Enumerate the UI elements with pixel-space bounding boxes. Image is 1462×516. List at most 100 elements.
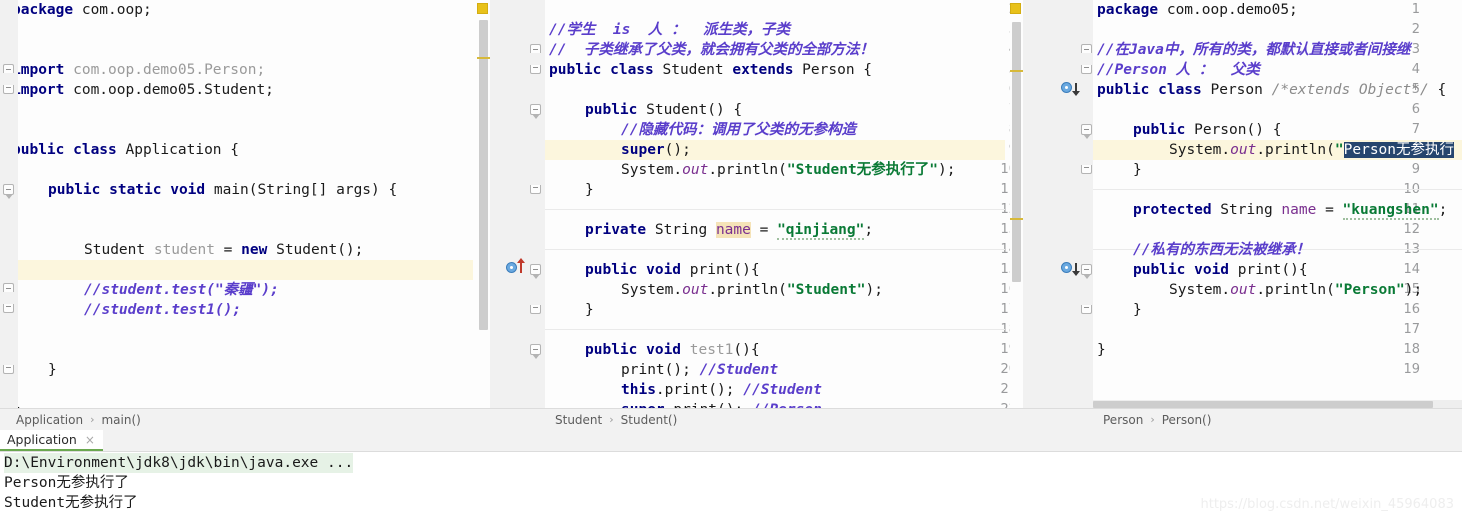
breadcrumb-item[interactable]: Student [553,413,604,427]
token-brace: } [585,302,594,318]
token-text: ); [1404,282,1423,298]
fold-marker[interactable] [1081,124,1092,139]
token-text: ; [864,222,874,238]
fold-marker[interactable] [530,344,541,359]
fold-marker[interactable] [530,65,541,74]
token-text: Student() { [637,102,743,118]
editor-body-student[interactable]: 2 3 4 5 6 7 8 9 10 11 12 13 14 15 16 17 … [490,0,1023,409]
token-field-name: name [715,222,751,238]
token-text: ); [937,162,956,178]
breadcrumb-item[interactable]: Application [14,413,85,427]
token-text: (String[] [248,182,337,198]
token-keyword: public class [18,142,117,158]
gutter-application[interactable] [0,0,18,409]
token-text: (){ [733,262,760,278]
token-text: com.oop.demo05.Person; [64,62,266,78]
code-line: //student.test1(); [84,300,241,320]
breadcrumb-student[interactable]: Student › Student() [490,408,1023,430]
override-arrow-up-icon [517,258,525,273]
fold-marker[interactable] [3,283,14,292]
token-text: main [205,182,249,198]
run-console[interactable]: Application × D:\Environment\jdk8\jdk\bi… [0,430,1462,516]
breadcrumb-item[interactable]: Person() [1160,413,1214,427]
code-line: import com.oop.demo05.Student; [18,80,274,100]
inspection-status-marker[interactable] [477,3,488,14]
console-output-line: Student无参执行了 [4,495,138,511]
breadcrumb-item[interactable]: main() [99,413,142,427]
token-comment: //隐藏代码：调用了父类的无参构造 [621,122,856,138]
breadcrumb-person[interactable]: Person › Person() [1023,408,1462,430]
fold-marker[interactable] [1081,65,1092,74]
scrollbar-application[interactable] [477,0,490,409]
horizontal-scrollbar-thumb[interactable] [1093,401,1433,408]
fold-marker[interactable] [530,104,541,119]
code-area-student[interactable]: //学生 is 人 ： 派生类，子类 // 子类继承了父类，就会拥有父类的全部方… [545,0,1006,409]
code-line: System.out.println("Student"); [621,280,883,300]
code-line: public void test1(){ [585,340,760,360]
fold-marker[interactable] [3,85,14,94]
fold-marker[interactable] [530,185,541,194]
token-keyword: package [1097,2,1159,18]
code-line: System.out.println("Student无参执行了"); [621,160,955,180]
token-type: String [1211,202,1282,218]
code-line: // 子类继承了父类，就会拥有父类的全部方法！ [549,40,874,60]
code-line: public class Person /*extends Object*/ { [1097,80,1446,100]
method-override-marker[interactable] [506,262,517,273]
scrollbar-thumb[interactable] [1012,22,1021,282]
code-area-application[interactable]: package com.oop; import com.oop.demo05.P… [18,0,473,409]
token-keyword: public [1133,122,1186,138]
fold-marker[interactable] [530,305,541,314]
editor-pane-student[interactable]: 2 3 4 5 6 7 8 9 10 11 12 13 14 15 16 17 … [490,0,1023,430]
breadcrumb-separator: › [90,413,95,426]
inspection-status-marker[interactable] [1010,3,1021,14]
fold-marker[interactable] [3,365,14,374]
fold-marker[interactable] [1081,305,1092,314]
gutter-person[interactable] [1023,0,1093,409]
fold-marker[interactable] [1081,264,1092,279]
fold-marker[interactable] [530,264,541,279]
fold-marker[interactable] [3,304,14,313]
token-keyword: public static void [48,182,206,198]
code-line: public void print(){ [585,260,760,280]
token-text: Student(); [267,242,364,258]
code-area-person[interactable]: package com.oop.demo05; //在Java中，所有的类，都默… [1093,0,1462,409]
fold-marker[interactable] [3,184,14,199]
override-arrow-down-icon [1072,83,1080,96]
fold-marker[interactable] [1081,165,1092,174]
code-line: //student.test("秦疆"); [84,280,279,300]
editor-body-application[interactable]: package com.oop; import com.oop.demo05.P… [0,0,490,409]
run-tab-bar[interactable]: Application × [0,430,1462,452]
breadcrumb-application[interactable]: Application › main() [0,408,490,430]
code-line: public Student() { [585,100,742,120]
editor-pane-person[interactable]: 1 2 3 4 5 6 7 8 9 10 11 12 13 14 15 16 1… [1023,0,1462,430]
token-keyword: import [18,62,65,78]
token-keyword: package [18,2,74,18]
code-line: Student student = new Student(); [84,240,363,260]
run-tab-application[interactable]: Application × [0,430,103,451]
editor-panes: package com.oop; import com.oop.demo05.P… [0,0,1462,430]
token-brace: } [1133,302,1142,318]
fold-marker[interactable] [530,44,541,53]
fold-marker[interactable] [1081,44,1092,53]
close-icon[interactable]: × [85,433,95,447]
method-override-marker[interactable] [1061,262,1072,273]
token-text: .println( [708,162,787,178]
code-line: } [1133,300,1142,320]
token-keyword: extends [732,62,794,78]
method-override-marker[interactable] [1061,82,1072,93]
scrollbar-thumb[interactable] [479,20,488,330]
token-block-comment: /*extends Object*/ [1271,82,1429,98]
token-text: Application { [116,142,239,158]
token-param: args [336,182,372,198]
code-line: public static void main(String[] args) { [48,180,397,200]
breadcrumb-item[interactable]: Person [1101,413,1145,427]
token-string: "Person" [1334,282,1405,298]
token-text: = [750,222,778,238]
editor-pane-application[interactable]: package com.oop; import com.oop.demo05.P… [0,0,490,430]
token-text: { [1428,82,1447,98]
fold-marker[interactable] [3,64,14,73]
breadcrumb-item[interactable]: Student() [619,413,680,427]
scrollbar-student[interactable] [1010,0,1023,409]
code-line: } [1133,160,1142,180]
editor-body-person[interactable]: 1 2 3 4 5 6 7 8 9 10 11 12 13 14 15 16 1… [1023,0,1462,409]
